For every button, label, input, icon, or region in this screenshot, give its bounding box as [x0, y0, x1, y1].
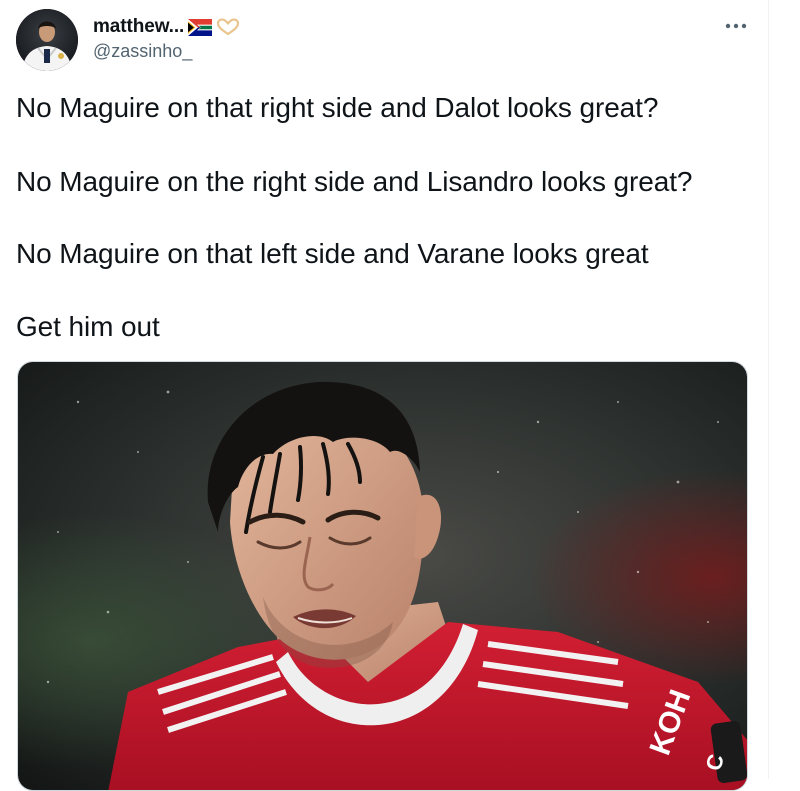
- column-divider: [768, 0, 769, 779]
- heart-hands-icon: [216, 18, 240, 36]
- author-name-row: matthew...: [93, 14, 240, 40]
- tweet-media-photo[interactable]: KOH C: [17, 361, 748, 791]
- south-africa-flag-icon: [188, 18, 213, 36]
- player-photo: KOH C: [18, 362, 747, 790]
- author-avatar[interactable]: [16, 9, 78, 71]
- tweet-text-line: No Maguire on the right side and Lisandr…: [16, 166, 693, 197]
- more-dots-icon: [725, 23, 747, 29]
- avatar-image: [16, 9, 78, 71]
- tweet: matthew... @zassinho_ No Maguire on that…: [0, 0, 768, 791]
- author-handle[interactable]: @zassinho_: [93, 41, 192, 62]
- tweet-text-line: Get him out: [16, 311, 160, 342]
- tweet-text-line: No Maguire on that left side and Varane …: [16, 238, 649, 269]
- author-display-name[interactable]: matthew...: [93, 16, 184, 38]
- more-options-button[interactable]: [720, 12, 752, 40]
- tweet-text-line: No Maguire on that right side and Dalot …: [16, 92, 659, 123]
